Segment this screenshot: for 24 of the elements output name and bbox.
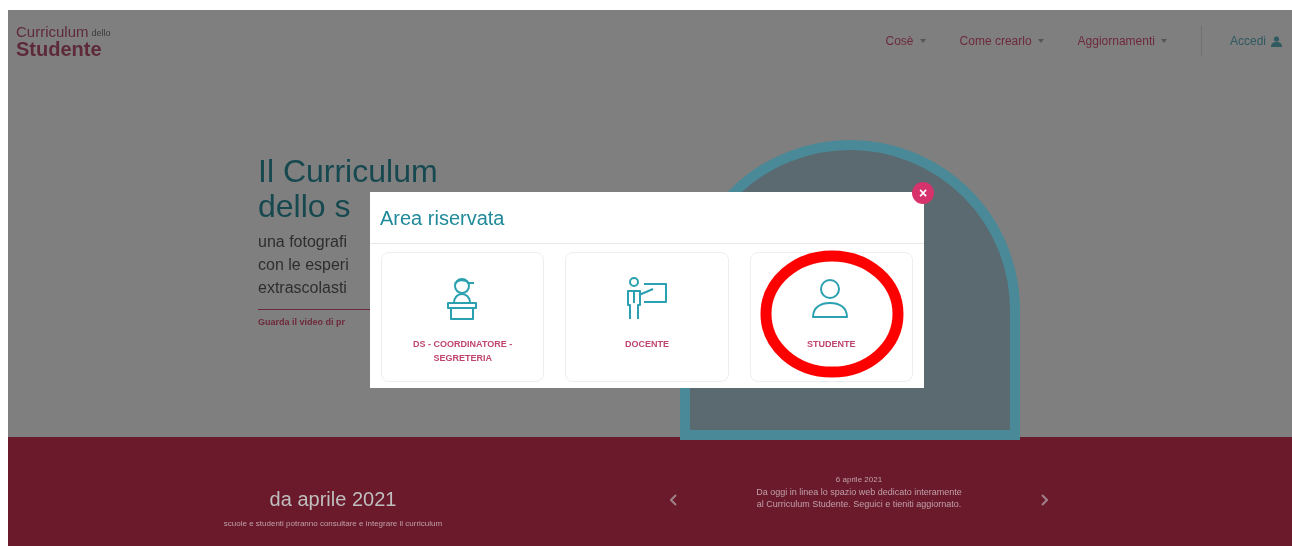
role-card[interactable]: DS - COORDINATORE - SEGRETERIA (381, 252, 545, 382)
footer-headline: da aprile 2021 (269, 486, 397, 512)
role-card[interactable]: STUDENTE (749, 252, 913, 382)
hero-text: con le esperi (258, 255, 349, 275)
nav-menu[interactable]: Come crearlo (959, 32, 1044, 50)
modal-title: Area riservata (380, 205, 505, 231)
hero-title: Il Curriculum (258, 154, 438, 189)
logo-text: Curriculum (16, 23, 89, 39)
login-link[interactable]: Accedi (1229, 32, 1282, 50)
user-icon (1271, 35, 1282, 47)
logo-text: dello (91, 28, 111, 38)
hero-text: una fotografi (258, 232, 347, 252)
role-card[interactable]: DOCENTE (565, 252, 729, 382)
video-link[interactable]: Guarda il video di pr (258, 316, 346, 330)
news-text: al Curriculum Studente. Seguici e tieniti aggiornato. (756, 497, 962, 510)
news-text: Da oggi in linea lo spazio web dedicato interamente (756, 485, 962, 498)
presenter-board-icon (624, 275, 670, 321)
news-date: 6 aprile 2021 (835, 473, 883, 486)
nav-menu[interactable]: Aggiornamenti (1077, 32, 1167, 50)
hero-title: dello s (258, 189, 351, 224)
nav-menu[interactable]: Cosè (885, 32, 926, 50)
hero-text: extrascolasti (258, 278, 347, 298)
footer-subtitle: scuole e studenti potranno consultare e integrare il curriculum (223, 517, 443, 530)
logo-text: Studente (16, 38, 103, 59)
